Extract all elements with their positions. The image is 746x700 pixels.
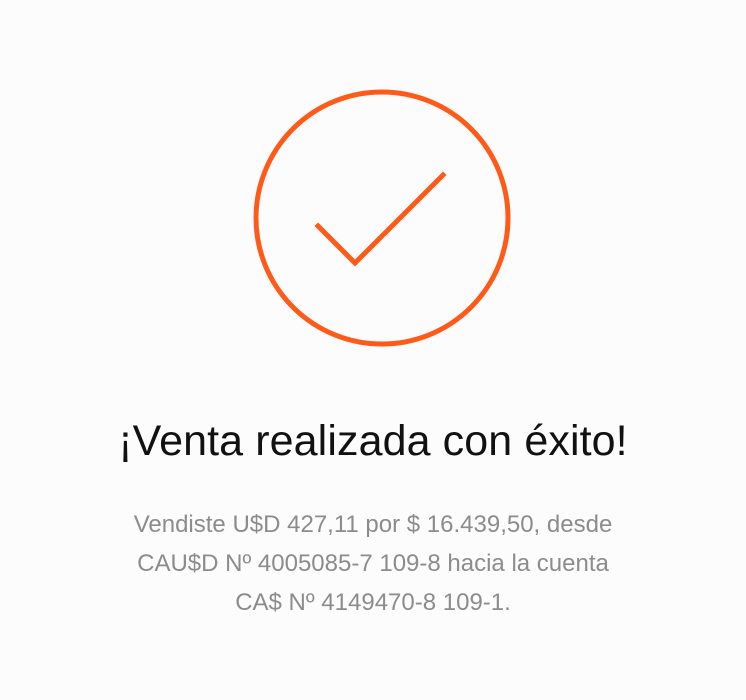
transaction-message: Vendiste U$D 427,11 por $ 16.439,50, des… bbox=[0, 505, 746, 622]
success-screen: ¡Venta realizada con éxito! Vendiste U$D… bbox=[0, 0, 746, 700]
checkmark-stroke bbox=[314, 171, 447, 267]
success-title: ¡Venta realizada con éxito! bbox=[118, 417, 628, 465]
success-ring bbox=[253, 89, 511, 347]
transaction-message-line: CAU$D Nº 4005085-7 109-8 hacia la cuenta bbox=[137, 550, 609, 577]
transaction-message-line: Vendiste U$D 427,11 por $ 16.439,50, des… bbox=[133, 511, 613, 538]
checkmark-circle-icon bbox=[252, 88, 512, 348]
transaction-message-line: CA$ Nº 4149470-8 109-1. bbox=[235, 589, 511, 616]
